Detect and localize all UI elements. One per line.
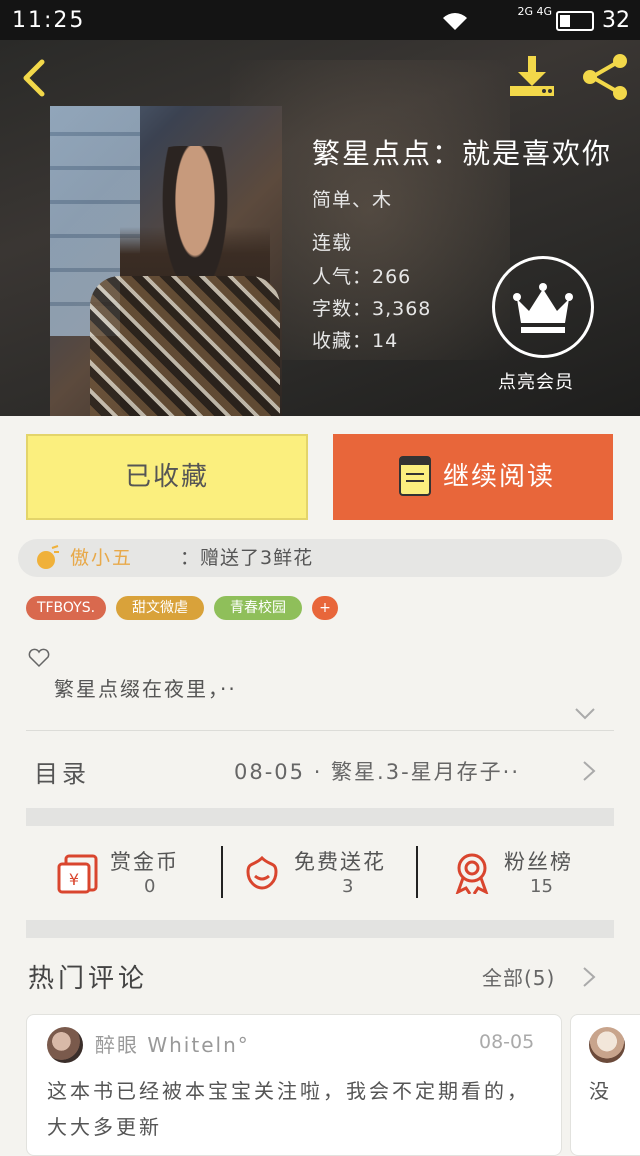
heart-icon[interactable] xyxy=(28,648,50,668)
gift-user[interactable]: 傲小五 xyxy=(70,539,133,577)
comment-text: 没 xyxy=(589,1079,609,1103)
vip-label: 点亮会员 xyxy=(498,372,574,393)
avatar[interactable] xyxy=(47,1027,83,1063)
book-word-count: 字数：3,368 xyxy=(312,298,432,320)
divider xyxy=(26,730,614,731)
book-author[interactable]: 简单、木 xyxy=(312,185,392,212)
book-icon xyxy=(399,456,431,496)
toc-label: 目录 xyxy=(34,760,90,788)
toc-latest-chapter: 08-05 · 繁星.3-星月存子·· xyxy=(234,760,521,784)
favorited-button[interactable]: 已收藏 xyxy=(26,434,308,520)
share-icon[interactable] xyxy=(578,52,632,102)
hot-comments-title: 热门评论 xyxy=(28,964,149,994)
stat-reward-label[interactable]: 赏金币 xyxy=(110,846,179,876)
stat-reward-value: 0 xyxy=(144,876,156,897)
wifi-icon xyxy=(440,10,470,37)
download-icon[interactable] xyxy=(506,54,558,100)
stat-fans-value: 15 xyxy=(530,876,553,897)
tag-tfboys[interactable]: TFBOYS. xyxy=(26,596,106,620)
section-separator xyxy=(26,808,614,826)
section-separator xyxy=(26,920,614,938)
battery-icon xyxy=(556,11,594,31)
all-comments-link[interactable]: 全部(5) xyxy=(482,962,555,991)
stat-fans-label[interactable]: 粉丝榜 xyxy=(504,846,573,876)
avatar[interactable] xyxy=(589,1027,625,1063)
stat-flower-label[interactable]: 免费送花 xyxy=(294,846,386,876)
continue-reading-label: 继续阅读 xyxy=(443,462,556,492)
comment-text: 这本书已经被本宝宝关注啦，我会不定期看的，大大多更新 xyxy=(47,1079,530,1139)
comment-user[interactable]: 醉眼 Whiteln° xyxy=(95,1029,250,1058)
comment-card[interactable]: 没 xyxy=(570,1014,640,1156)
gift-message: ：赠送了3鲜花 xyxy=(180,547,314,569)
medal-icon[interactable] xyxy=(450,852,494,894)
flower-gift-icon xyxy=(37,545,59,569)
battery-level: 32 xyxy=(602,8,630,33)
book-description: 繁星点缀在夜里，·· xyxy=(54,677,237,701)
chevron-right-icon[interactable] xyxy=(582,966,596,988)
network-indicator: 2G 4G xyxy=(517,5,552,18)
gift-notice[interactable]: 傲小五 ：赠送了3鲜花 xyxy=(18,539,622,577)
expand-chevron-icon[interactable] xyxy=(574,706,596,722)
book-title: 繁星点点：就是喜欢你 xyxy=(312,137,613,170)
tag-sweet[interactable]: 甜文微虐 xyxy=(116,596,204,620)
add-tag-button[interactable]: + xyxy=(312,596,338,620)
flower-icon[interactable] xyxy=(240,852,284,894)
tag-campus[interactable]: 青春校园 xyxy=(214,596,302,620)
comment-date: 08-05 xyxy=(479,1031,535,1053)
chevron-right-icon xyxy=(583,761,596,781)
svg-text:¥: ¥ xyxy=(69,870,79,889)
crown-icon xyxy=(513,283,573,333)
stat-flower-value: 3 xyxy=(342,876,354,897)
book-status: 连载 xyxy=(312,232,353,254)
book-cover[interactable] xyxy=(50,106,282,416)
status-bar: 11:25 2G 4G 32 xyxy=(0,0,640,40)
continue-reading-button[interactable]: 继续阅读 xyxy=(333,434,613,520)
book-header: 繁星点点：就是喜欢你 简单、木 连载 人气：266 字数：3,368 收藏：14… xyxy=(0,40,640,416)
status-time: 11:25 xyxy=(12,8,86,33)
book-popularity: 人气：266 xyxy=(312,266,412,288)
vip-button[interactable] xyxy=(492,256,594,358)
comment-card[interactable]: 醉眼 Whiteln° 08-05 这本书已经被本宝宝关注啦，我会不定期看的，大… xyxy=(26,1014,562,1156)
reward-coin-icon[interactable]: ¥ xyxy=(56,852,100,894)
book-favorites: 收藏：14 xyxy=(312,330,399,352)
back-icon[interactable] xyxy=(18,58,54,98)
